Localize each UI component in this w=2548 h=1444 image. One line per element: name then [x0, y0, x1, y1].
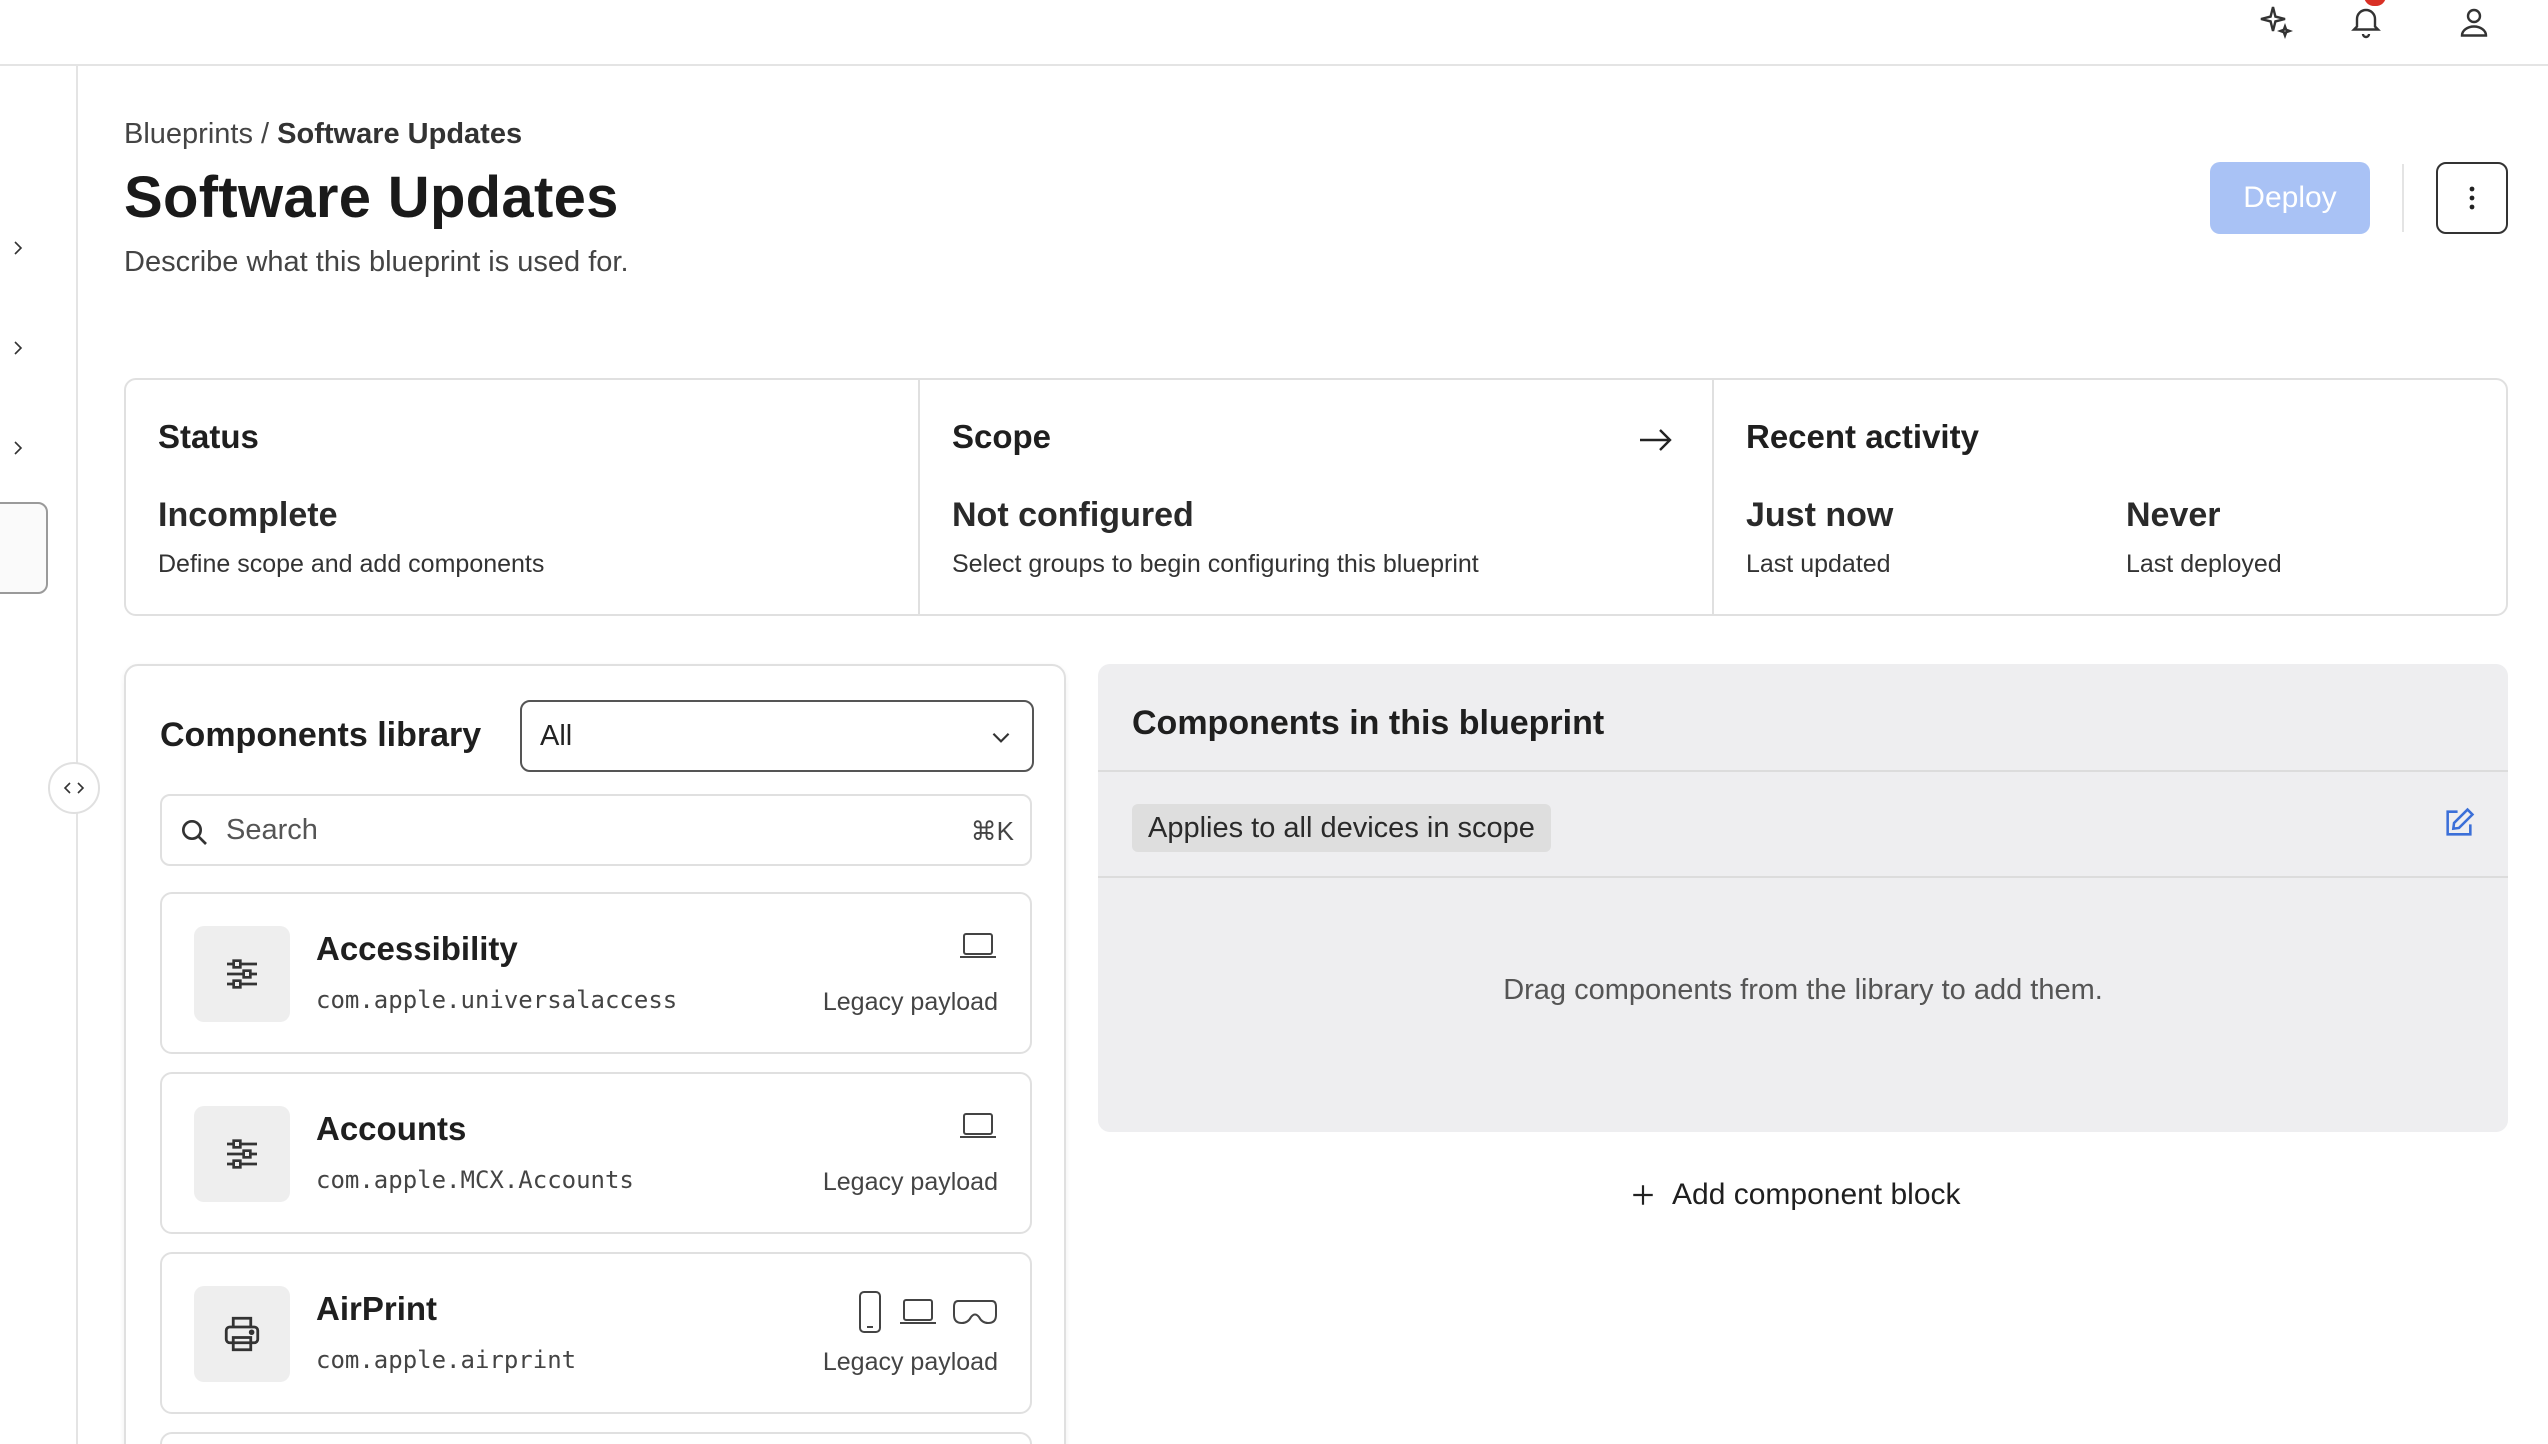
edit-icon[interactable] — [2442, 806, 2476, 840]
summary-panel: Status Incomplete Define scope and add c… — [124, 378, 2508, 616]
nav-active-item[interactable] — [0, 502, 48, 594]
component-name: Accessibility — [316, 930, 518, 967]
search-shortcut: ⌘K — [970, 816, 1014, 846]
breadcrumb-current: Software Updates — [277, 118, 523, 150]
blueprint-components-panel: Components in this blueprint Applies to … — [1098, 664, 2508, 1132]
search-placeholder: Search — [226, 814, 318, 846]
laptop-icon — [960, 933, 996, 958]
status-title: Status — [158, 418, 259, 455]
page-description[interactable]: Describe what this blueprint is used for… — [124, 246, 629, 279]
arrow-right-icon[interactable] — [1636, 420, 1676, 460]
last-updated-value: Just now — [1746, 496, 1894, 534]
filter-selected-value: All — [540, 719, 573, 752]
drop-zone-empty-text: Drag components from the library to add … — [1503, 974, 2103, 1006]
library-title: Components library — [160, 716, 482, 754]
sliders-icon — [194, 1106, 290, 1202]
page-title: Software Updates — [124, 165, 619, 230]
library-filter-select[interactable]: All — [520, 700, 1034, 772]
status-value: Incomplete — [158, 496, 338, 534]
last-deployed-value: Never — [2126, 496, 2221, 534]
components-library: Components library All Search ⌘K Accessi… — [124, 664, 1066, 1444]
scope-subtext: Select groups to begin configuring this … — [952, 550, 1479, 578]
scope-card[interactable]: Scope Not configured Select groups to be… — [918, 380, 1712, 614]
component-payload-type: Legacy payload — [822, 1348, 998, 1376]
breadcrumb-root[interactable]: Blueprints — [124, 118, 253, 150]
device-support — [958, 1110, 998, 1142]
add-component-block-button[interactable]: Add component block — [1630, 1178, 1961, 1212]
bell-icon[interactable] — [2344, 0, 2388, 44]
library-search-input[interactable]: Search ⌘K — [160, 794, 1032, 866]
component-identifier: com.apple.airprint — [316, 1346, 577, 1374]
scope-value: Not configured — [952, 496, 1194, 534]
laptop-icon — [960, 1113, 996, 1138]
scope-title: Scope — [952, 418, 1052, 455]
chevron-right-icon[interactable] — [6, 336, 30, 360]
more-vertical-icon — [2469, 186, 2475, 210]
printer-icon — [194, 1286, 290, 1382]
component-name: Accounts — [316, 1110, 467, 1147]
component-card-airprint[interactable]: AirPrint com.apple.airprint Legacy paylo… — [160, 1252, 1032, 1414]
scope-chip: Applies to all devices in scope — [1132, 804, 1551, 852]
chevron-right-icon[interactable] — [6, 436, 30, 460]
more-options-button[interactable] — [2436, 162, 2508, 234]
activity-title: Recent activity — [1746, 418, 1979, 455]
last-deployed-label: Last deployed — [2126, 550, 2282, 578]
search-icon — [182, 820, 207, 845]
plus-icon — [1633, 1185, 1653, 1205]
breadcrumb-separator: / — [252, 118, 278, 150]
sparkle-icon[interactable] — [2254, 0, 2298, 44]
chevron-right-icon[interactable] — [6, 236, 30, 260]
code-brackets-icon — [63, 782, 85, 794]
deploy-button[interactable]: Deploy — [2210, 162, 2370, 234]
blueprint-components-title: Components in this blueprint — [1132, 704, 1605, 742]
component-payload-type: Legacy payload — [822, 988, 998, 1016]
collapse-sidebar-button[interactable] — [48, 762, 100, 814]
header-divider — [2402, 164, 2404, 232]
add-component-block-label: Add component block — [1672, 1178, 1961, 1211]
user-icon[interactable] — [2452, 0, 2496, 44]
device-support — [958, 930, 998, 962]
laptop-icon — [900, 1299, 936, 1324]
recent-activity-card: Recent activity Just now Last updated Ne… — [1712, 380, 2506, 614]
component-identifier: com.apple.MCX.Accounts — [316, 1166, 634, 1194]
last-updated-label: Last updated — [1746, 550, 1891, 578]
sliders-icon — [194, 926, 290, 1022]
left-nav-rail — [0, 66, 78, 1444]
component-name: AirPrint — [316, 1290, 438, 1327]
component-card-accessibility[interactable]: Accessibility com.apple.universalaccess … — [160, 892, 1032, 1054]
breadcrumb: Blueprints / Software Updates — [124, 118, 522, 151]
component-payload-type: Legacy payload — [822, 1168, 998, 1196]
scope-block-row: Applies to all devices in scope — [1098, 770, 2508, 878]
status-card: Status Incomplete Define scope and add c… — [126, 380, 918, 614]
top-bar — [0, 0, 2548, 66]
vision-headset-icon — [953, 1300, 997, 1325]
status-subtext: Define scope and add components — [158, 550, 545, 578]
component-card-next[interactable] — [160, 1432, 1032, 1444]
device-support — [856, 1290, 998, 1334]
phone-icon — [859, 1291, 881, 1333]
chevron-down-icon — [992, 732, 1010, 743]
component-identifier: com.apple.universalaccess — [316, 986, 678, 1014]
component-card-accounts[interactable]: Accounts com.apple.MCX.Accounts Legacy p… — [160, 1072, 1032, 1234]
